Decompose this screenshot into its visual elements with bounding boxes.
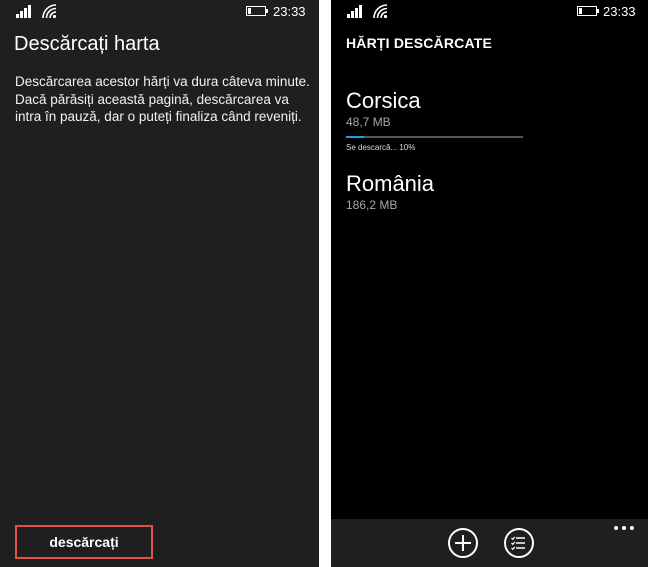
select-maps-button[interactable]	[504, 528, 534, 558]
ellipsis-dot	[622, 526, 626, 530]
status-time: 23:33	[603, 4, 636, 19]
download-status-text: Se descarcă... 10%	[346, 143, 416, 152]
battery-icon	[577, 6, 599, 16]
map-item-romania[interactable]: România 186,2 MB	[346, 171, 636, 212]
download-description: Descărcarea acestor hărți va dura câteva…	[15, 74, 310, 124]
more-options-button[interactable]	[614, 523, 638, 533]
page-header: HĂRȚI DESCĂRCATE	[346, 35, 493, 51]
download-progress-fill	[346, 136, 364, 138]
downloaded-maps-screen: 23:33 HĂRȚI DESCĂRCATE Corsica 48,7 MB S…	[331, 0, 648, 567]
app-bar	[331, 519, 648, 567]
battery-icon	[246, 6, 268, 16]
ellipsis-icon	[614, 526, 618, 530]
status-time: 23:33	[273, 4, 306, 19]
download-button-label: descărcați	[49, 534, 119, 550]
ellipsis-dot	[630, 526, 634, 530]
map-size: 48,7 MB	[346, 115, 391, 129]
status-bar: 23:33	[331, 0, 648, 24]
wifi-icon	[373, 4, 388, 19]
add-icon	[455, 535, 471, 551]
download-map-screen: 23:33 Descărcați harta Descărcarea acest…	[0, 0, 319, 567]
page-title: Descărcați harta	[14, 33, 160, 55]
list-icon	[511, 536, 525, 551]
map-size: 186,2 MB	[346, 198, 398, 212]
map-name: Corsica	[346, 88, 421, 113]
signal-strength-icon	[347, 5, 367, 18]
download-progress-bar	[346, 136, 523, 138]
map-name: România	[346, 171, 435, 196]
download-button[interactable]: descărcați	[15, 525, 153, 559]
map-item-corsica[interactable]: Corsica 48,7 MB Se descarcă... 10%	[346, 88, 636, 153]
signal-strength-icon	[16, 5, 36, 18]
wifi-icon	[42, 4, 57, 19]
status-bar: 23:33	[0, 0, 319, 24]
add-map-button[interactable]	[448, 528, 478, 558]
